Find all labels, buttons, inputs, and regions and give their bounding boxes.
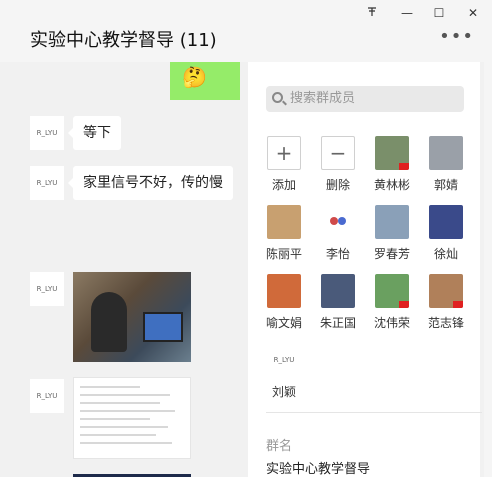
avatar	[375, 274, 409, 308]
group-name-value[interactable]: 实验中心教学督导	[266, 458, 370, 477]
doc-line	[80, 442, 172, 444]
photo-laptop-screen	[143, 312, 183, 342]
doc-line	[80, 410, 175, 412]
member-item[interactable]: 范志锋	[421, 274, 471, 331]
remove-member-button[interactable]: − 删除	[313, 136, 363, 193]
doc-line	[80, 418, 150, 420]
minimize-icon[interactable]: —	[399, 5, 415, 21]
avatar	[375, 136, 409, 170]
avatar[interactable]: R_LYU	[30, 166, 64, 200]
member-panel: 搜索群成员 + 添加 − 删除 黄林彬 郭婧 陈丽平 李怡 罗春芳 徐灿 喻文娟	[248, 62, 482, 477]
plus-icon: +	[267, 136, 301, 170]
avatar	[429, 136, 463, 170]
avatar	[429, 205, 463, 239]
photo-person	[91, 292, 127, 352]
member-item[interactable]: 黄林彬	[367, 136, 417, 193]
maximize-icon[interactable]: ☐	[431, 5, 447, 21]
message-document-image[interactable]	[73, 377, 191, 459]
member-search-input[interactable]: 搜索群成员	[266, 86, 464, 112]
message-photo[interactable]	[73, 272, 191, 362]
avatar	[267, 274, 301, 308]
flag-icon	[399, 163, 409, 170]
window-title: 实验中心教学督导 (11)	[30, 30, 217, 51]
doc-line	[80, 386, 140, 388]
thinking-emoji-icon: 🤔	[182, 65, 207, 89]
member-item[interactable]: 李怡	[313, 205, 363, 262]
minus-icon: −	[321, 136, 355, 170]
member-item[interactable]: 郭婧	[421, 136, 471, 193]
member-item[interactable]: 喻文娟	[259, 274, 309, 331]
avatar	[321, 274, 355, 308]
avatar	[267, 205, 301, 239]
doc-line	[80, 434, 156, 436]
member-item[interactable]: 陈丽平	[259, 205, 309, 262]
member-item[interactable]: 沈伟荣	[367, 274, 417, 331]
search-placeholder: 搜索群成员	[290, 91, 356, 106]
avatar[interactable]: R_LYU	[30, 272, 64, 306]
flag-icon	[453, 301, 463, 308]
member-item[interactable]: 朱正国	[313, 274, 363, 331]
more-options-icon[interactable]: •••	[439, 28, 474, 46]
flag-icon	[399, 301, 409, 308]
avatar	[429, 274, 463, 308]
title-bar: 实验中心教学督导 (11) — ☐ ✕ •••	[0, 0, 492, 62]
chat-area: 🤔 R_LYU 等下 R_LYU 家里信号不好，传的慢 R_LYU R_LYU	[0, 62, 240, 477]
member-item[interactable]: R_LYU 刘颖	[259, 343, 309, 400]
member-item[interactable]: 徐灿	[421, 205, 471, 262]
avatar[interactable]: R_LYU	[30, 116, 64, 150]
search-icon	[272, 92, 283, 103]
avatar[interactable]: R_LYU	[30, 379, 64, 413]
member-item[interactable]: 罗春芳	[367, 205, 417, 262]
message-bubble[interactable]: 家里信号不好，传的慢	[68, 166, 233, 200]
doc-line	[80, 402, 160, 404]
add-member-button[interactable]: + 添加	[259, 136, 309, 193]
divider	[266, 412, 482, 413]
scrollbar[interactable]	[484, 62, 492, 477]
avatar	[375, 205, 409, 239]
message-bubble[interactable]: 等下	[68, 116, 121, 150]
doc-line	[80, 426, 168, 428]
avatar	[321, 205, 355, 239]
doc-line	[80, 394, 170, 396]
pin-icon[interactable]	[364, 5, 380, 21]
avatar: R_LYU	[267, 343, 301, 377]
close-icon[interactable]: ✕	[465, 5, 481, 21]
group-name-label: 群名	[266, 439, 293, 454]
